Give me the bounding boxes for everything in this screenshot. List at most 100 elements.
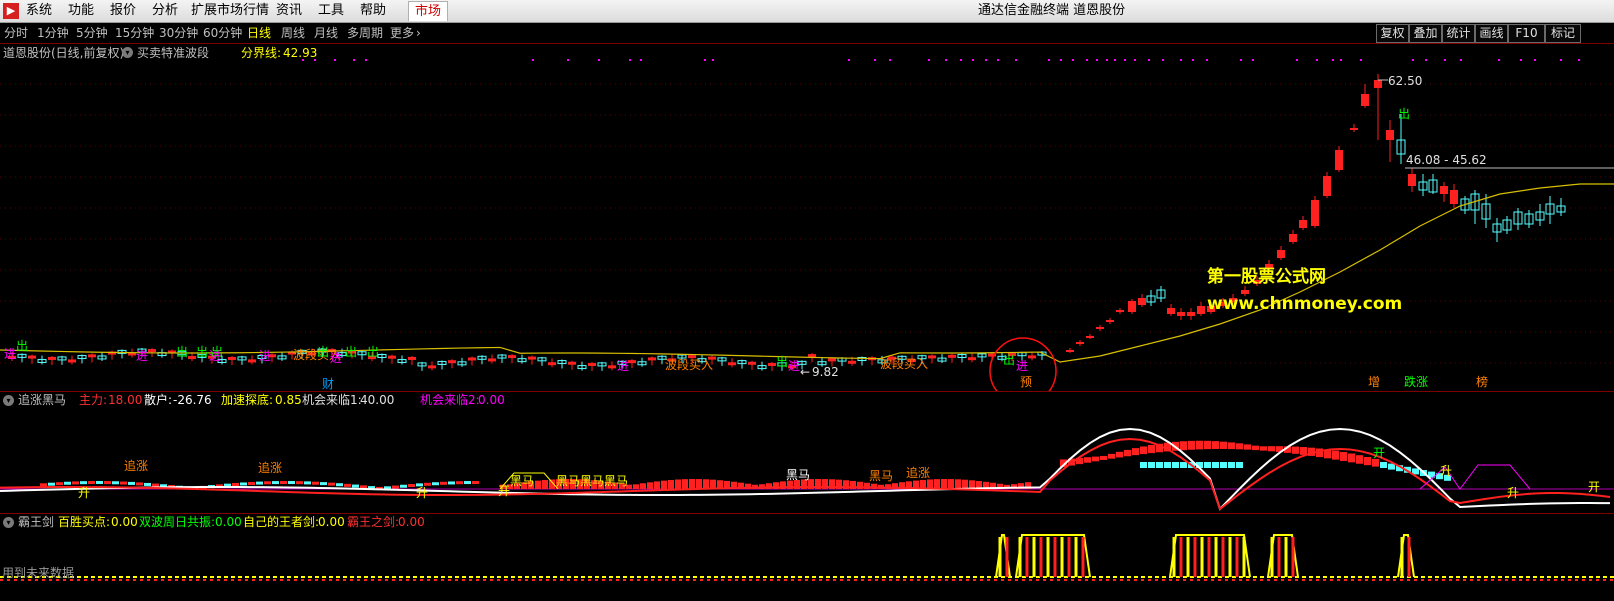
volume-bar xyxy=(675,479,681,489)
volume-bar xyxy=(1380,462,1387,468)
signal-dot xyxy=(1340,59,1342,61)
signal-marker: 出 xyxy=(776,355,788,369)
signal-dot xyxy=(928,59,930,61)
indicator1-marker: 开 xyxy=(1373,446,1385,460)
signal-marker: 进 xyxy=(259,349,271,363)
signal-dot xyxy=(1048,59,1050,61)
period-1min[interactable]: 1分钟 xyxy=(37,26,69,40)
volume-bar xyxy=(232,483,239,487)
candle-up xyxy=(968,357,976,361)
main-price-chart[interactable]: 62.5046.08 - 45.62← 9.82进出进出出出进进波段买入出 出进 出财… xyxy=(0,44,1614,392)
moving-average-line xyxy=(0,183,1614,363)
signal-marker: 出 xyxy=(367,345,379,359)
volume-bar xyxy=(1164,462,1171,468)
signal-dot xyxy=(1534,59,1536,61)
volume-bar xyxy=(96,481,103,485)
candle-up xyxy=(608,365,616,369)
draw-button[interactable]: 画线 xyxy=(1475,24,1508,43)
period-timeshare[interactable]: 分时 xyxy=(4,26,28,40)
overlord-sword-value: 0.00 xyxy=(398,515,425,529)
signal-marker: 榜 xyxy=(1476,374,1488,389)
volume-bar xyxy=(48,482,55,486)
menu-tools[interactable]: 工具 xyxy=(318,3,344,19)
volume-bar xyxy=(1140,446,1147,455)
volume-bar xyxy=(328,482,335,486)
period-5min[interactable]: 5分钟 xyxy=(76,26,108,40)
period-15min[interactable]: 15分钟 xyxy=(115,26,154,40)
volume-bar xyxy=(432,482,439,486)
overlay-button[interactable]: 叠加 xyxy=(1409,24,1442,43)
volume-bar xyxy=(941,479,947,489)
menu-analysis[interactable]: 分析 xyxy=(152,3,178,19)
volume-bar xyxy=(1228,462,1235,468)
signal-dot xyxy=(712,59,714,61)
candle-up xyxy=(388,355,396,359)
signal-dot xyxy=(1578,59,1580,61)
accelerate-bottom-value: 0.85 xyxy=(275,393,302,407)
adjust-button[interactable]: 复权 xyxy=(1376,24,1409,43)
menu-function[interactable]: 功能 xyxy=(68,3,94,19)
period-30min[interactable]: 30分钟 xyxy=(159,26,198,40)
indicator2-name[interactable]: 霸王剑 xyxy=(18,514,54,530)
volume-bar xyxy=(280,481,287,485)
period-60min[interactable]: 60分钟 xyxy=(203,26,242,40)
volume-bar xyxy=(312,481,319,485)
volume-bar xyxy=(1252,445,1259,451)
period-monthly[interactable]: 月线 xyxy=(314,26,338,40)
menu-extended-market[interactable]: 扩展市场行情 xyxy=(191,3,269,19)
menu-news[interactable]: 资讯 xyxy=(276,3,302,19)
king-sword-value: 0.00 xyxy=(318,515,345,529)
volume-bar xyxy=(88,481,95,485)
menu-system[interactable]: 系统 xyxy=(26,3,52,19)
indicator2-settings-icon[interactable]: ▾ xyxy=(3,517,14,528)
volume-bar xyxy=(344,483,351,487)
volume-bar xyxy=(336,483,343,487)
volume-bar xyxy=(288,481,295,485)
mark-button[interactable]: 标记 xyxy=(1545,24,1581,43)
volume-bar xyxy=(934,479,940,489)
signal-dot xyxy=(848,59,850,61)
volume-bar xyxy=(352,484,359,488)
candle-up xyxy=(828,358,836,362)
menu-quotes[interactable]: 报价 xyxy=(110,3,136,19)
double-wave-label: 双波周日共振: xyxy=(139,515,216,529)
menu-help[interactable]: 帮助 xyxy=(360,3,386,19)
period-weekly[interactable]: 周线 xyxy=(281,26,305,40)
signal-dot xyxy=(1206,59,1208,61)
chevron-right-icon[interactable]: › xyxy=(416,26,421,40)
candle-up xyxy=(1197,306,1205,314)
signal-dot xyxy=(532,59,534,61)
volume-bar xyxy=(1332,450,1339,460)
indicator1-marker: 开 xyxy=(1588,480,1600,494)
signal-marker: 跌涨 xyxy=(1404,374,1428,389)
signal-dot xyxy=(1360,59,1362,61)
signal-dot xyxy=(1316,59,1318,61)
candle-up xyxy=(648,357,656,361)
f10-button[interactable]: F10 xyxy=(1508,24,1545,43)
volume-bar xyxy=(1292,446,1299,454)
signal-dot xyxy=(1560,59,1562,61)
market-tab[interactable]: 市场 xyxy=(408,1,448,21)
low-price-label: 9.82 xyxy=(812,365,839,379)
candle-up xyxy=(1374,80,1382,88)
double-wave-value: 0.00 xyxy=(215,515,242,529)
indicator1-chart[interactable]: 追涨 追涨升升开黑马 黑马黑马黑马 黑马 黑马 追涨开升升开 xyxy=(0,407,1614,512)
period-multi[interactable]: 多周期 xyxy=(347,26,383,40)
volume-bar xyxy=(144,482,151,486)
indicator1-name[interactable]: 追涨黑马 xyxy=(18,392,66,408)
stats-button[interactable]: 统计 xyxy=(1442,24,1475,43)
volume-bar xyxy=(1236,462,1243,468)
signal-dot xyxy=(1124,59,1126,61)
candle-up xyxy=(428,365,436,369)
signal-dot xyxy=(1240,59,1242,61)
signal-marker: 出 xyxy=(317,345,329,359)
period-daily[interactable]: 日线 xyxy=(247,26,271,40)
period-more[interactable]: 更多 xyxy=(390,26,414,40)
best-buy-value: 0.00 xyxy=(111,515,138,529)
volume-bar xyxy=(1236,443,1243,450)
main-force-label: 主力: xyxy=(79,393,108,407)
indicator1-header: ▾ 追涨黑马 主力: 18.00 散户: -26.76 加速探底: 0.85 机… xyxy=(0,391,1614,408)
indicator2-chart[interactable] xyxy=(0,529,1614,601)
indicator1-settings-icon[interactable]: ▾ xyxy=(3,395,14,406)
volume-bar xyxy=(1356,455,1363,464)
